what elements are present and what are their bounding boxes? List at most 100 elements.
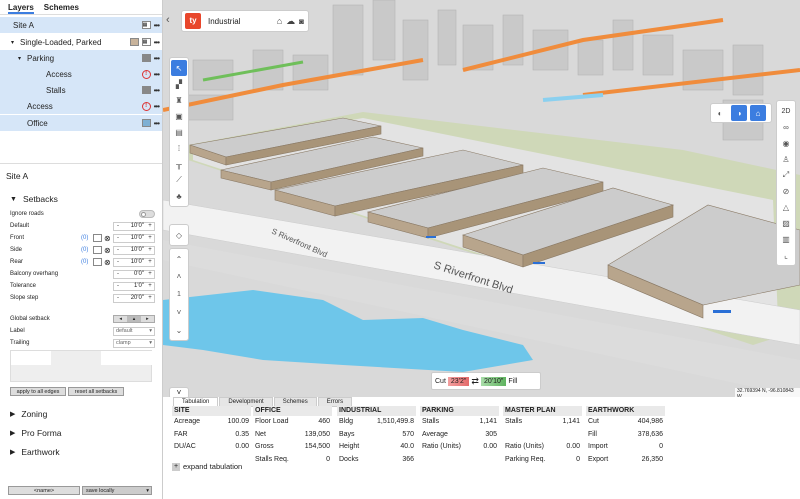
home-icon[interactable]: ⌂ xyxy=(277,16,282,26)
draw-shape-icon[interactable]: ▞ xyxy=(171,76,187,92)
ruler-icon[interactable]: ⟋ xyxy=(171,172,187,188)
cloud-icon[interactable]: ☁ xyxy=(286,16,295,27)
save-locally-button[interactable]: save locally ▾ xyxy=(82,486,152,495)
chevron-double-up-icon[interactable]: ⌃ xyxy=(171,251,187,267)
color-swatch[interactable] xyxy=(129,38,139,46)
layer-item[interactable]: Access! ••• xyxy=(0,98,162,114)
more-icon[interactable]: ••• xyxy=(154,102,160,111)
setback-stepper[interactable]: - 20'0" + xyxy=(113,293,155,303)
caret-down-icon[interactable]: ▾ xyxy=(18,55,27,62)
compass-needle-icon[interactable]: ⊘ xyxy=(778,183,794,199)
edge-count[interactable]: (0) xyxy=(81,247,93,253)
scheme-name-button[interactable]: <name> xyxy=(8,486,80,495)
chart-icon[interactable]: ▥ xyxy=(778,231,794,247)
plus-icon[interactable]: + xyxy=(146,295,154,301)
section-header[interactable]: ▶ Zoning xyxy=(10,409,47,419)
chevron-down-icon[interactable]: ˅ xyxy=(171,304,187,320)
target-icon[interactable]: ⊗ xyxy=(104,234,113,243)
more-icon[interactable]: ••• xyxy=(154,38,160,47)
compass-icon[interactable]: ◐ xyxy=(712,105,728,121)
color-swatch[interactable] xyxy=(141,54,151,62)
plus-icon[interactable]: + xyxy=(146,271,154,277)
tree-icon[interactable]: ♣ xyxy=(171,188,187,204)
swap-icon[interactable]: ⇄ xyxy=(471,376,479,387)
setback-stepper[interactable]: - 10'0" + xyxy=(113,233,155,243)
color-swatch[interactable] xyxy=(141,86,151,94)
cube-icon[interactable]: ◇ xyxy=(171,227,187,243)
plus-icon[interactable]: + xyxy=(146,223,154,229)
minus-icon[interactable]: - xyxy=(114,247,122,253)
edge-count[interactable]: (0) xyxy=(81,235,93,241)
more-icon[interactable]: ••• xyxy=(154,21,160,30)
setback-stepper[interactable]: - 10'0" + xyxy=(113,245,155,255)
chevron-double-down-icon[interactable]: ⌄ xyxy=(171,322,187,338)
section-header[interactable]: ▶ Pro Forma xyxy=(10,428,62,438)
more-icon[interactable]: ••• xyxy=(154,54,160,63)
warning-icon[interactable]: ! xyxy=(141,69,151,79)
road-icon[interactable]: ⁞ xyxy=(171,140,187,156)
frame-icon[interactable]: ▣ xyxy=(171,108,187,124)
pin-icon[interactable]: ♜ xyxy=(171,92,187,108)
edge-toggle-icon[interactable] xyxy=(93,234,102,242)
eye-icon[interactable]: ◉ xyxy=(778,135,794,151)
layer-item[interactable]: Office ••• xyxy=(0,115,162,131)
warning-icon[interactable]: △ xyxy=(778,199,794,215)
layer-item[interactable]: Site A ▦ ••• xyxy=(0,17,162,33)
minus-icon[interactable]: - xyxy=(114,295,122,301)
select-arrow-icon[interactable]: ↖ xyxy=(171,60,187,76)
chevron-up-icon[interactable]: ˄ xyxy=(171,269,187,285)
minus-icon[interactable]: - xyxy=(114,259,122,265)
plus-icon[interactable]: + xyxy=(146,259,154,265)
collapse-bottom-icon[interactable]: ˅ xyxy=(169,387,189,397)
apply-all-edges-button[interactable]: apply to all edges xyxy=(10,387,66,396)
section-setbacks[interactable]: ▼ Setbacks xyxy=(10,194,58,204)
setback-stepper[interactable]: - 0'0" + xyxy=(113,269,155,279)
setback-stepper[interactable]: - 10'0" + xyxy=(113,221,155,231)
tab-schemes[interactable]: Schemes xyxy=(44,3,79,14)
plus-icon[interactable]: + xyxy=(146,247,154,253)
home-view-icon[interactable]: ⌂ xyxy=(750,105,766,121)
expand-icon[interactable]: ⤢ xyxy=(778,167,794,183)
tab-layers[interactable]: Layers xyxy=(8,3,34,14)
layer-item[interactable]: ▾ Single-Loaded, Parked ▦ ••• xyxy=(0,34,162,50)
more-icon[interactable]: ••• xyxy=(154,70,160,79)
shade-icon[interactable]: ◑ xyxy=(731,105,747,121)
edge-toggle-icon[interactable] xyxy=(93,246,102,254)
setback-stepper[interactable]: - 1'0" + xyxy=(113,281,155,291)
trailing-select[interactable]: clamp ▾ xyxy=(113,338,155,348)
label-select[interactable]: default ▾ xyxy=(113,326,155,336)
map-viewport[interactable]: S Riverfront Blvd S Riverfront Blvd ‹ ty… xyxy=(163,0,800,397)
more-icon[interactable]: ••• xyxy=(154,86,160,95)
ignore-roads-toggle[interactable] xyxy=(139,210,155,218)
more-icon[interactable]: ••• xyxy=(154,119,160,128)
target-icon[interactable]: ⊗ xyxy=(104,246,113,255)
warning-icon[interactable]: ! xyxy=(141,101,151,111)
minus-icon[interactable]: - xyxy=(114,271,122,277)
image-icon[interactable]: ▨ xyxy=(778,215,794,231)
setback-stepper[interactable]: - 10'0" + xyxy=(113,257,155,267)
table-icon[interactable]: ▦ xyxy=(141,21,151,29)
minus-icon[interactable]: - xyxy=(114,283,122,289)
edge-count[interactable]: (0) xyxy=(81,259,93,265)
color-swatch[interactable] xyxy=(141,119,151,127)
section-header[interactable]: ▶ Earthwork xyxy=(10,447,60,457)
plus-icon[interactable]: + xyxy=(146,235,154,241)
minus-icon[interactable]: - xyxy=(114,223,122,229)
reset-setbacks-button[interactable]: reset all setbacks xyxy=(68,387,124,396)
view-2d-button[interactable]: 2D xyxy=(778,103,794,119)
global-setback-segment[interactable]: ◂ ▴ ▸ xyxy=(113,315,155,323)
link-icon[interactable]: ∞ xyxy=(778,119,794,135)
layer-item[interactable]: ▾ Parking ••• xyxy=(0,50,162,66)
minus-icon[interactable]: - xyxy=(114,235,122,241)
building-icon[interactable]: ▤ xyxy=(171,124,187,140)
person-icon[interactable]: ♙ xyxy=(778,151,794,167)
layer-item[interactable]: Stalls ••• xyxy=(0,82,162,98)
edge-toggle-icon[interactable] xyxy=(93,258,102,266)
target-icon[interactable]: ⊗ xyxy=(104,258,113,267)
bridge-icon[interactable]: ╥ xyxy=(171,156,187,172)
ruler-corner-icon[interactable]: ⌞ xyxy=(778,247,794,263)
collapse-left-icon[interactable]: ‹ xyxy=(166,14,173,28)
camera-icon[interactable]: ◙ xyxy=(299,17,308,26)
layer-item[interactable]: Access! ••• xyxy=(0,66,162,82)
expand-tabulation[interactable]: + expand tabulation xyxy=(172,462,242,471)
